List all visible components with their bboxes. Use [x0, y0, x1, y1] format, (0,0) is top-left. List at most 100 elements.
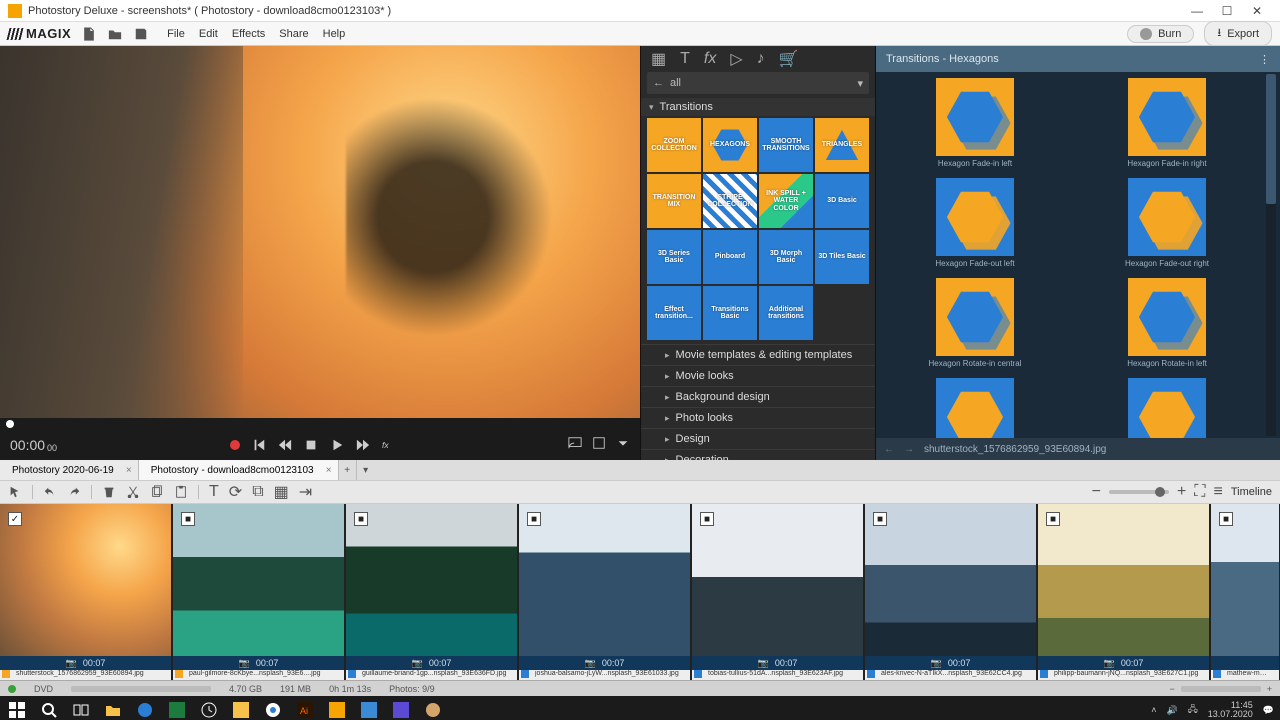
zoom-in-icon[interactable]: +	[1177, 483, 1186, 501]
clip[interactable]: ■📷00:07philipp-baumann-jNQ...nsplash_93E…	[1038, 504, 1211, 680]
menu-edit[interactable]: Edit	[199, 28, 218, 40]
cast-icon[interactable]	[568, 436, 582, 455]
section-bgdesign[interactable]: ▸Background design	[641, 386, 875, 407]
section-transitions[interactable]: ▾Transitions	[641, 98, 875, 116]
settings-dd-icon[interactable]	[616, 436, 630, 455]
zoom-slider[interactable]	[1109, 490, 1169, 494]
project-tab-active[interactable]: Photostory - download8cmo0123103×	[139, 460, 339, 480]
range-tool-icon[interactable]: ⇥	[299, 482, 312, 502]
transition-item[interactable]: Hexagon Rotate-in left	[1072, 274, 1262, 372]
pack-3dbasic[interactable]: 3D Basic	[815, 174, 869, 228]
pack-stripe[interactable]: STRIPE COLLECTION	[703, 174, 757, 228]
fx-tab-icon[interactable]: fx	[704, 50, 716, 68]
clip[interactable]: ■mathew-macqua....jpg	[1211, 504, 1280, 680]
copy-icon[interactable]	[150, 485, 164, 499]
transition-item[interactable]	[880, 374, 1070, 438]
grid-tool-icon[interactable]: ▦	[274, 482, 289, 502]
pack-tbasic[interactable]: Transitions Basic	[703, 286, 757, 340]
clip-checkbox[interactable]: ■	[181, 512, 195, 526]
notifications-icon[interactable]: 💬	[1263, 705, 1274, 716]
title-tool-icon[interactable]: T	[209, 483, 219, 501]
paint-icon[interactable]	[422, 699, 444, 720]
taskview-icon[interactable]	[70, 699, 92, 720]
clock-icon[interactable]	[198, 699, 220, 720]
crop-tool-icon[interactable]: ⧉	[252, 483, 263, 501]
delete-icon[interactable]	[102, 485, 116, 499]
pack-additional[interactable]: Additional transitions	[759, 286, 813, 340]
store-tab-icon[interactable]: 🛒	[779, 49, 799, 69]
pack-3dtiles[interactable]: 3D Tiles Basic	[815, 230, 869, 284]
export-button[interactable]: ⭳Export	[1204, 21, 1272, 46]
zoom-out-icon[interactable]: −	[1169, 684, 1174, 694]
zoom-out-icon[interactable]: −	[1092, 483, 1101, 501]
explorer-icon[interactable]	[102, 699, 124, 720]
timeline[interactable]: ✓📷00:07shutterstock_1576862959_93E60894.…	[0, 504, 1280, 680]
pack-mix[interactable]: TRANSITION MIX	[647, 174, 701, 228]
save-icon[interactable]	[133, 26, 149, 42]
back-icon[interactable]: ←	[653, 77, 664, 89]
rewind-button[interactable]	[278, 438, 292, 452]
chrome-icon[interactable]	[262, 699, 284, 720]
clip-checkbox[interactable]: ■	[873, 512, 887, 526]
menu-help[interactable]: Help	[323, 28, 346, 40]
illustrator-icon[interactable]: Ai	[294, 699, 316, 720]
pack-smooth[interactable]: SMOOTH TRANSITIONS	[759, 118, 813, 172]
pointer-tool-icon[interactable]	[8, 485, 22, 499]
transitions-tab-icon[interactable]: ▷	[730, 49, 742, 69]
transition-item[interactable]: Hexagon Fade-out right	[1072, 174, 1262, 272]
zoom-in-icon[interactable]: +	[1267, 684, 1272, 694]
text-icon[interactable]: T	[680, 50, 690, 68]
clip[interactable]: ■📷00:07guillaume-briand-1gp...nsplash_93…	[346, 504, 519, 680]
clip-checkbox[interactable]: ■	[1046, 512, 1060, 526]
pack-zoom[interactable]: ZOOM COLLECTION	[647, 118, 701, 172]
burn-button[interactable]: Burn	[1127, 25, 1194, 43]
menu-file[interactable]: File	[167, 28, 185, 40]
add-tab-button[interactable]: +	[339, 460, 357, 480]
close-icon[interactable]: ×	[126, 465, 132, 476]
section-photolooks[interactable]: ▸Photo looks	[641, 407, 875, 428]
seekbar[interactable]	[0, 418, 640, 430]
fx-button[interactable]: fx	[382, 438, 396, 452]
tray-network-icon[interactable]: 🖧	[1188, 702, 1198, 718]
pack-triangles[interactable]: TRIANGLES	[815, 118, 869, 172]
tray-chevron-icon[interactable]: ˄	[1151, 705, 1156, 715]
transition-item[interactable]: Hexagon Fade-in right	[1072, 74, 1262, 172]
search-icon[interactable]	[38, 699, 60, 720]
project-tab[interactable]: Photostory 2020-06-19×	[0, 460, 139, 480]
open-folder-icon[interactable]	[107, 26, 123, 42]
pack-pinboard[interactable]: Pinboard	[703, 230, 757, 284]
menu-effects[interactable]: Effects	[232, 28, 265, 40]
clip[interactable]: ■📷00:07joshua-balsamo-jLyW...nsplash_93E…	[519, 504, 692, 680]
pack-ink[interactable]: INK SPILL + WATER COLOR	[759, 174, 813, 228]
clip[interactable]: ■📷00:07tobias-tullius-51dA...nsplash_93E…	[692, 504, 865, 680]
start-button[interactable]	[6, 699, 28, 720]
close-button[interactable]: ✕	[1242, 4, 1272, 18]
pack-3dseries[interactable]: 3D Series Basic	[647, 230, 701, 284]
audio-tab-icon[interactable]: ♪	[757, 50, 765, 68]
forward-button[interactable]	[356, 438, 370, 452]
nav-fwd-icon[interactable]: →	[904, 444, 914, 455]
new-file-icon[interactable]	[81, 26, 97, 42]
section-decoration[interactable]: ▸Decoration	[641, 449, 875, 460]
transition-item[interactable]: Hexagon Rotate-in central	[880, 274, 1070, 372]
transition-item[interactable]: Hexagon Fade-in left	[880, 74, 1070, 172]
stop-button[interactable]	[304, 438, 318, 452]
tabs-dropdown[interactable]: ▾	[357, 460, 375, 480]
pack-hexagons[interactable]: HEXAGONS	[703, 118, 757, 172]
pack-effect[interactable]: Effect transition...	[647, 286, 701, 340]
minimize-button[interactable]: —	[1182, 4, 1212, 18]
zoom-bar[interactable]	[1181, 686, 1261, 692]
clip-checkbox[interactable]: ■	[700, 512, 714, 526]
play-button[interactable]	[330, 438, 344, 452]
fit-icon[interactable]: ⛶	[1194, 483, 1205, 501]
grid-icon[interactable]: ▦	[651, 49, 666, 69]
clip[interactable]: ■📷00:07ales-krivec-N-aTIkX...nsplash_93E…	[865, 504, 1038, 680]
redo-icon[interactable]	[67, 485, 81, 499]
cut-icon[interactable]	[126, 485, 140, 499]
photos-icon[interactable]	[358, 699, 380, 720]
record-button[interactable]	[230, 440, 240, 450]
section-design[interactable]: ▸Design	[641, 428, 875, 449]
clip-checkbox[interactable]: ✓	[8, 512, 22, 526]
excel-icon[interactable]	[166, 699, 188, 720]
clip-checkbox[interactable]: ■	[354, 512, 368, 526]
